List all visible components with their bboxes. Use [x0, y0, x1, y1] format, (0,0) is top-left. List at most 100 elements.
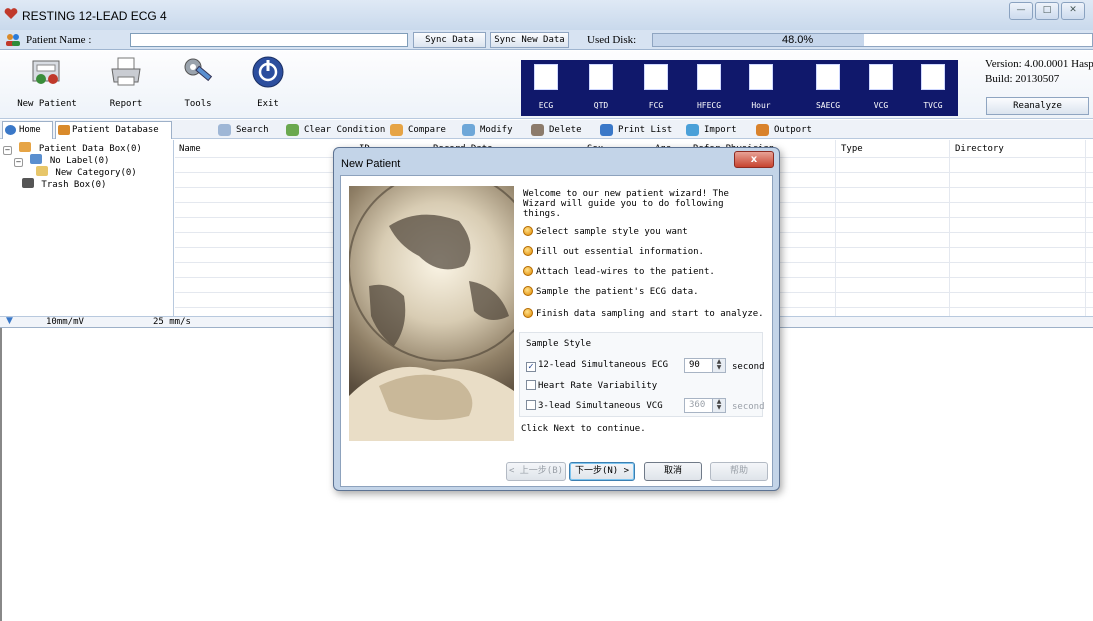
import-button[interactable]: Import	[686, 123, 737, 137]
speed-setting[interactable]: 25 mm/s	[153, 317, 191, 327]
module-saecg-button[interactable]: SAECG	[808, 60, 848, 116]
import-label: Import	[704, 125, 737, 135]
option-12-lead-ecg[interactable]: ✓ 12-lead Simultaneous ECG	[526, 360, 668, 372]
module-ecg-label: ECG	[538, 101, 554, 110]
compare-button[interactable]: Compare	[390, 123, 446, 137]
collapse-icon: −	[3, 146, 12, 155]
module-ecg-button[interactable]: ECG	[526, 60, 566, 116]
delete-button[interactable]: Delete	[531, 123, 582, 137]
module-qtd-button[interactable]: QTD	[581, 60, 621, 116]
gain-setting[interactable]: 10mm/mV	[46, 317, 84, 327]
print-list-icon	[600, 124, 613, 136]
tools-button[interactable]: Tools	[163, 51, 233, 117]
module-hour-button[interactable]: Hour	[741, 60, 781, 116]
search-icon	[218, 124, 231, 136]
search-button[interactable]: Search	[218, 123, 269, 137]
wizard-step-1: Select sample style you want	[523, 226, 688, 237]
scale-dropdown-icon[interactable]: ▼	[6, 316, 13, 326]
label-folder-icon	[30, 154, 43, 164]
sync-data-button[interactable]: Sync Data	[413, 32, 486, 48]
tools-label: Tools	[184, 99, 212, 109]
sample-style-title: Sample Style	[526, 339, 592, 349]
ecg-seconds-stepper[interactable]: 90 ▲ ▼	[684, 358, 726, 373]
patient-box-icon	[19, 142, 32, 152]
module-hfecg-button[interactable]: HFECG	[689, 60, 729, 116]
cancel-button[interactable]: 取消	[644, 462, 702, 481]
build-text: Build: 20130507	[985, 73, 1060, 85]
module-saecg-label: SAECG	[815, 101, 841, 110]
exit-button[interactable]: Exit	[233, 51, 303, 117]
hfecg-icon	[697, 64, 721, 90]
patients-icon	[5, 33, 21, 46]
option-12-lead-ecg-label: 12-lead Simultaneous ECG	[538, 360, 669, 370]
tree-new-category-label: New Category(0)	[55, 168, 137, 178]
modify-button[interactable]: Modify	[462, 123, 513, 137]
search-label: Search	[236, 125, 269, 135]
step-bullet-icon	[523, 286, 533, 296]
sync-new-data-button[interactable]: Sync New Data	[490, 32, 569, 48]
category-folder-icon	[36, 166, 48, 176]
new-patient-icon	[29, 55, 65, 89]
checkbox-unchecked-icon[interactable]	[526, 400, 536, 410]
module-fcg-button[interactable]: FCG	[636, 60, 676, 116]
dialog-close-button[interactable]: x	[734, 151, 774, 168]
dialog-title: New Patient	[341, 158, 401, 170]
module-fcg-label: FCG	[648, 101, 664, 110]
checkbox-unchecked-icon[interactable]	[526, 380, 536, 390]
reanalyze-button[interactable]: Reanalyze	[986, 97, 1089, 115]
print-list-button[interactable]: Print List	[600, 123, 672, 137]
dialog-body: Welcome to our new patient wizard! The W…	[340, 175, 773, 487]
help-button[interactable]: 帮助	[710, 462, 768, 481]
previous-button[interactable]: < 上一步(B)	[506, 462, 566, 481]
tree-root-label: Patient Data Box(0)	[38, 144, 142, 154]
close-button[interactable]: ✕	[1061, 2, 1085, 20]
patient-name-field[interactable]	[130, 33, 408, 47]
checkbox-checked-icon[interactable]: ✓	[526, 362, 536, 372]
window-title-bar: RESTING 12-LEAD ECG 4 — □ ✕	[0, 0, 1093, 30]
step-bullet-icon	[523, 266, 533, 276]
tree-node-trash-box[interactable]: Trash Box(0)	[22, 178, 106, 190]
home-icon	[5, 125, 16, 135]
tab-home[interactable]: Home	[2, 121, 53, 139]
option-3-lead-vcg[interactable]: 3-lead Simultaneous VCG	[526, 400, 663, 411]
module-vcg-label: VCG	[873, 101, 889, 110]
wizard-step-4-text: Sample the patient's ECG data.	[536, 287, 699, 297]
next-button[interactable]: 下一步(N) >	[569, 462, 635, 481]
tab-patient-database[interactable]: Patient Database	[55, 121, 172, 139]
stepper-arrows-icon[interactable]: ▲ ▼	[712, 399, 725, 412]
collapse-icon: −	[14, 158, 23, 167]
clear-condition-label: Clear Condition	[304, 125, 386, 135]
outport-icon	[756, 124, 769, 136]
hour-icon	[749, 64, 773, 90]
step-bullet-icon	[523, 226, 533, 236]
new-patient-button[interactable]: New Patient	[12, 51, 82, 117]
option-hrv-label: Heart Rate Variability	[538, 381, 658, 391]
report-button[interactable]: Report	[91, 51, 161, 117]
tree-node-new-category[interactable]: New Category(0)	[36, 166, 137, 178]
column-header-directory[interactable]: Directory	[955, 144, 1004, 154]
stepper-arrows-icon[interactable]: ▲ ▼	[712, 359, 725, 372]
minimize-button[interactable]: —	[1009, 2, 1033, 20]
column-divider	[1085, 140, 1086, 316]
module-vcg-button[interactable]: VCG	[861, 60, 901, 116]
option-heart-rate-variability[interactable]: Heart Rate Variability	[526, 380, 657, 391]
column-header-type[interactable]: Type	[841, 144, 863, 154]
qtd-icon	[589, 64, 613, 90]
trash-icon	[22, 178, 34, 188]
tvcg-icon	[921, 64, 945, 90]
maximize-button[interactable]: □	[1035, 2, 1059, 20]
vcg-seconds-stepper[interactable]: 360 ▲ ▼	[684, 398, 726, 413]
column-header-name[interactable]: Name	[179, 144, 201, 154]
new-patient-label: New Patient	[17, 99, 77, 109]
delete-icon	[531, 124, 544, 136]
module-tvcg-button[interactable]: TVCG	[913, 60, 953, 116]
column-divider	[949, 140, 950, 316]
clear-condition-button[interactable]: Clear Condition	[286, 123, 385, 137]
wizard-step-2: Fill out essential information.	[523, 246, 704, 257]
wizard-intro-text: Welcome to our new patient wizard! The W…	[523, 189, 729, 219]
outport-button[interactable]: Outport	[756, 123, 812, 137]
patient-name-bar: Patient Name : Sync Data Sync New Data U…	[0, 30, 1093, 50]
exit-label: Exit	[257, 99, 279, 109]
printer-icon	[108, 55, 144, 89]
tree-no-label-label: No Label(0)	[49, 156, 110, 166]
